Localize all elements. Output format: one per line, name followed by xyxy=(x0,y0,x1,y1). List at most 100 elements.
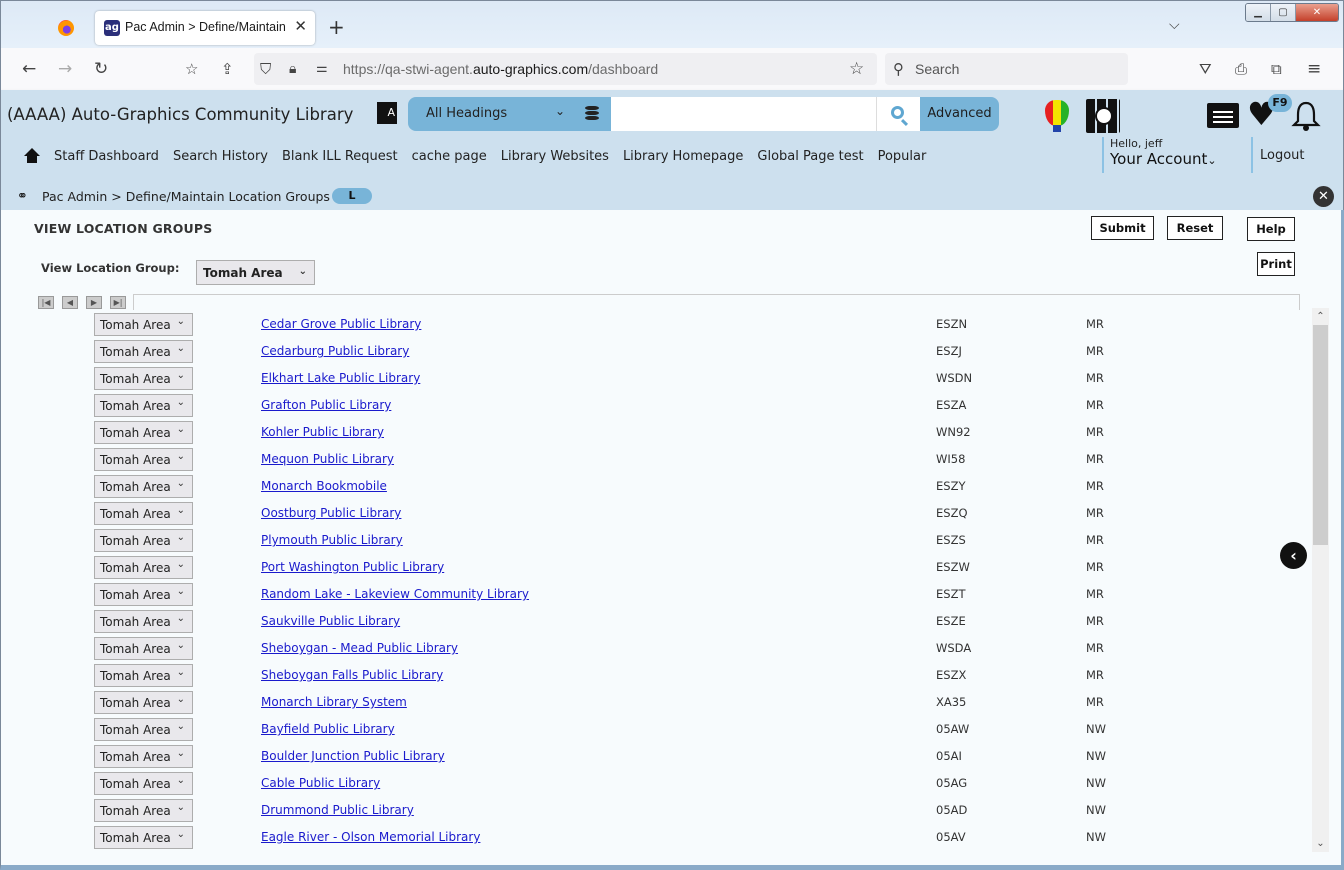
library-link[interactable]: Drummond Public Library xyxy=(261,803,414,817)
library-link[interactable]: Cable Public Library xyxy=(261,776,380,790)
group-select[interactable]: Tomah Area ⌄ xyxy=(94,772,193,795)
library-link[interactable]: Oostburg Public Library xyxy=(261,506,401,520)
share-icon[interactable]: ⇪ xyxy=(221,59,234,79)
group-select[interactable]: Tomah Area ⌄ xyxy=(94,421,193,444)
print-button[interactable]: Print xyxy=(1257,252,1295,276)
bell-icon[interactable] xyxy=(1291,100,1321,132)
menu-item-cache-page[interactable]: cache page xyxy=(412,149,487,164)
extensions-icon[interactable]: ⧉ xyxy=(1271,59,1282,79)
browser-tab[interactable]: ag Pac Admin > Define/Maintain L ✕ xyxy=(95,11,315,45)
tab-list-chevron-icon[interactable]: ⌵ xyxy=(1169,17,1180,33)
last-page-button[interactable]: ▶| xyxy=(110,296,126,309)
library-link[interactable]: Kohler Public Library xyxy=(261,425,384,439)
menu-item-blank-ill-request[interactable]: Blank ILL Request xyxy=(282,149,398,164)
url-bar[interactable]: ⛉ 🔒︎ ⚌ https://qa-stwi-agent.auto-graphi… xyxy=(254,53,877,85)
permissions-icon[interactable]: ⚌ xyxy=(316,59,328,79)
group-select[interactable]: Tomah Area ⌄ xyxy=(94,556,193,579)
group-select[interactable]: Tomah Area ⌄ xyxy=(94,313,193,336)
account-menu[interactable]: Hello, jeff Your Account⌄ xyxy=(1102,137,1242,173)
search-button[interactable] xyxy=(876,97,920,131)
view-location-group-select[interactable]: Tomah Area ⌄ xyxy=(196,260,315,285)
minimize-button[interactable]: ▁ xyxy=(1246,4,1271,21)
group-select[interactable]: Tomah Area ⌄ xyxy=(94,475,193,498)
library-link[interactable]: Boulder Junction Public Library xyxy=(261,749,445,763)
library-link[interactable]: Random Lake - Lakeview Community Library xyxy=(261,587,529,601)
group-select[interactable]: Tomah Area ⌄ xyxy=(94,610,193,633)
next-page-button[interactable]: ▶ xyxy=(86,296,102,309)
library-link[interactable]: Eagle River - Olson Memorial Library xyxy=(261,830,480,844)
library-link[interactable]: Sheboygan Falls Public Library xyxy=(261,668,443,682)
language-icon[interactable]: A xyxy=(377,102,397,124)
chevron-left-icon[interactable]: ‹ xyxy=(1280,542,1307,569)
library-link[interactable]: Monarch Library System xyxy=(261,695,407,709)
balloon-icon[interactable] xyxy=(1045,100,1069,126)
group-select[interactable]: Tomah Area ⌄ xyxy=(94,394,193,417)
back-icon[interactable]: ← xyxy=(22,59,36,79)
lock-icon[interactable]: 🔒︎ xyxy=(289,59,296,79)
library-link[interactable]: Cedarburg Public Library xyxy=(261,344,409,358)
list-icon[interactable] xyxy=(1207,103,1239,128)
search-scope-select[interactable]: All Headings xyxy=(426,106,507,121)
library-link[interactable]: Mequon Public Library xyxy=(261,452,394,466)
close-panel-icon[interactable]: ✕ xyxy=(1313,186,1334,207)
l-badge[interactable]: L xyxy=(332,188,372,204)
menu-item-staff-dashboard[interactable]: Staff Dashboard xyxy=(54,149,159,164)
group-select[interactable]: Tomah Area ⌄ xyxy=(94,799,193,822)
group-select[interactable]: Tomah Area ⌄ xyxy=(94,691,193,714)
url-text[interactable]: https://qa-stwi-agent.auto-graphics.com/… xyxy=(343,61,658,77)
reload-icon[interactable]: ↻ xyxy=(94,59,108,79)
scroll-down-icon[interactable]: ⌄ xyxy=(1312,835,1329,852)
group-select[interactable]: Tomah Area ⌄ xyxy=(94,664,193,687)
scan-search-icon[interactable] xyxy=(1086,99,1120,133)
group-select[interactable]: Tomah Area ⌄ xyxy=(94,448,193,471)
menu-item-search-history[interactable]: Search History xyxy=(173,149,268,164)
new-tab-button[interactable]: + xyxy=(328,17,345,37)
scroll-up-icon[interactable]: ⌃ xyxy=(1312,308,1329,325)
first-page-button[interactable]: |◀ xyxy=(38,296,54,309)
bookmark-import-icon[interactable]: ☆ xyxy=(185,59,198,79)
submit-button[interactable]: Submit xyxy=(1091,216,1154,240)
database-icon[interactable] xyxy=(585,106,599,122)
group-select[interactable]: Tomah Area ⌄ xyxy=(94,340,193,363)
catalog-search-input[interactable] xyxy=(611,97,876,131)
library-link[interactable]: Cedar Grove Public Library xyxy=(261,317,421,331)
library-link[interactable]: Plymouth Public Library xyxy=(261,533,403,547)
vertical-scrollbar[interactable]: ⌃ ⌄ xyxy=(1312,308,1329,852)
star-icon[interactable]: ☆ xyxy=(849,59,864,79)
library-link[interactable]: Sheboygan - Mead Public Library xyxy=(261,641,458,655)
menu-icon[interactable]: ≡ xyxy=(1307,59,1321,79)
library-link[interactable]: Bayfield Public Library xyxy=(261,722,395,736)
menu-item-global-page-test[interactable]: Global Page test xyxy=(757,149,863,164)
group-select[interactable]: Tomah Area ⌄ xyxy=(94,826,193,849)
firefox-icon[interactable] xyxy=(58,20,74,36)
group-select[interactable]: Tomah Area ⌄ xyxy=(94,583,193,606)
menu-item-library-homepage[interactable]: Library Homepage xyxy=(623,149,743,164)
group-select[interactable]: Tomah Area ⌄ xyxy=(94,502,193,525)
scrollbar-thumb[interactable] xyxy=(1313,325,1328,545)
library-link[interactable]: Monarch Bookmobile xyxy=(261,479,387,493)
advanced-search-button[interactable]: Advanced xyxy=(920,97,999,131)
library-link[interactable]: Grafton Public Library xyxy=(261,398,391,412)
shield-icon[interactable]: ⛉ xyxy=(260,59,271,79)
window-close-button[interactable]: ✕ xyxy=(1296,4,1338,21)
chevron-down-icon[interactable]: ⌄ xyxy=(555,104,565,118)
group-select[interactable]: Tomah Area ⌄ xyxy=(94,367,193,390)
forward-icon[interactable]: → xyxy=(58,59,72,79)
home-icon[interactable] xyxy=(23,148,41,164)
browser-search-bar[interactable]: ⚲ Search xyxy=(885,53,1128,85)
library-link[interactable]: Elkhart Lake Public Library xyxy=(261,371,420,385)
tab-close-icon[interactable]: ✕ xyxy=(294,17,307,35)
logout-link[interactable]: Logout xyxy=(1251,137,1305,173)
group-select[interactable]: Tomah Area ⌄ xyxy=(94,718,193,741)
help-button[interactable]: Help xyxy=(1247,217,1295,241)
library-link[interactable]: Saukville Public Library xyxy=(261,614,400,628)
your-account-dropdown[interactable]: Your Account⌄ xyxy=(1110,150,1242,168)
print-icon[interactable]: ⎙ xyxy=(1235,59,1247,79)
pocket-icon[interactable]: ⛛ xyxy=(1199,59,1212,79)
library-link[interactable]: Port Washington Public Library xyxy=(261,560,444,574)
previous-page-button[interactable]: ◀ xyxy=(62,296,78,309)
maximize-button[interactable]: ▢ xyxy=(1271,4,1296,21)
group-select[interactable]: Tomah Area ⌄ xyxy=(94,529,193,552)
reset-button[interactable]: Reset xyxy=(1167,216,1223,240)
menu-item-popular[interactable]: Popular xyxy=(878,149,927,164)
